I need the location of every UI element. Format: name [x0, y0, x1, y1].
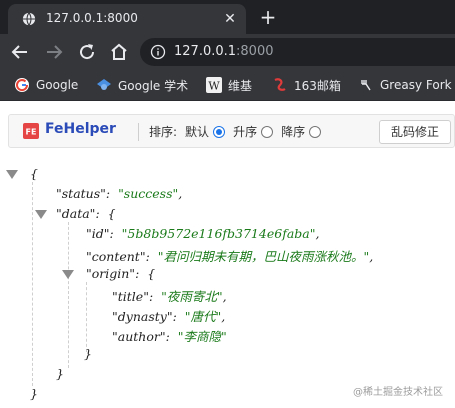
site-info-icon[interactable]	[150, 44, 166, 60]
globe-icon	[22, 12, 36, 26]
json-string-value: "夜雨寄北"	[161, 289, 223, 304]
json-key: "status"	[56, 186, 106, 201]
collapse-data-toggle[interactable]	[35, 210, 47, 219]
bookmark-google-scholar[interactable]: Google 学术	[96, 76, 188, 94]
json-origin-row: "origin": {	[86, 266, 156, 281]
sort-asc-radio[interactable]	[261, 125, 274, 138]
greasyfork-icon	[361, 80, 371, 91]
json-id-row: "id": "5b8b9572e116fb3714e6faba",	[86, 226, 320, 241]
bookmark-label: Google 学术	[118, 78, 189, 93]
json-string-value: "5b8b9572e116fb3714e6faba"	[121, 226, 316, 241]
sort-option-default-label: 默认	[185, 125, 210, 139]
bookmarks-bar: Google Google 学术 W 维基 163邮箱 Greasy Fork	[0, 70, 455, 101]
tab-strip: 127.0.0.1:8000 ✕ +	[0, 0, 455, 34]
json-string-value: "唐代"	[184, 309, 222, 324]
fehelper-toolbar: FE FeHelper 排序: 默认 升序 降序 乱码修正	[8, 114, 455, 148]
bookmark-label: 163邮箱	[294, 78, 341, 93]
wikipedia-icon: W	[206, 77, 222, 93]
back-arrow-icon[interactable]	[8, 40, 32, 64]
bookmark-label: Google	[36, 78, 79, 92]
indent-guide	[86, 282, 87, 352]
bookmark-wikipedia[interactable]: W 维基	[206, 76, 252, 94]
sort-option-desc-label: 降序	[281, 125, 306, 139]
sort-desc-radio[interactable]	[309, 125, 322, 138]
svg-text:W: W	[208, 80, 220, 93]
bookmark-label: 维基	[228, 78, 253, 93]
url-port: :8000	[236, 44, 274, 59]
browser-tab[interactable]: 127.0.0.1:8000 ✕	[8, 4, 246, 34]
json-key: "id"	[86, 226, 110, 241]
bookmark-label: Greasy Fork	[380, 78, 452, 92]
bookmark-163-mail[interactable]: 163邮箱	[272, 76, 341, 94]
fehelper-logo-icon: FE	[23, 123, 39, 139]
json-open-brace: {	[107, 206, 116, 221]
json-string-value: "君问归期未有期，巴山夜雨涨秋池。"	[157, 249, 370, 264]
json-root-open: {	[30, 166, 38, 181]
json-key: "content"	[86, 249, 146, 264]
sort-options: 排序: 默认 升序 降序	[149, 123, 329, 140]
json-viewer: { "status": "success", "data": { "id": "…	[0, 160, 455, 408]
new-tab-button[interactable]: +	[256, 6, 280, 30]
watermark: @稀土掘金技术社区	[353, 387, 443, 398]
address-url: 127.0.0.1:8000	[174, 44, 274, 59]
bookmark-greasy-fork[interactable]: Greasy Fork	[358, 76, 452, 94]
scholar-icon	[97, 79, 111, 90]
json-data-row: "data": {	[56, 206, 116, 221]
mail-163-icon	[274, 78, 286, 91]
tab-title: 127.0.0.1:8000	[46, 11, 138, 25]
collapse-origin-toggle[interactable]	[62, 270, 74, 279]
bookmark-google[interactable]: Google	[14, 76, 78, 94]
fix-encoding-button[interactable]: 乱码修正	[379, 120, 451, 144]
browser-toolbar: 127.0.0.1:8000	[0, 34, 455, 70]
sort-option-asc-label: 升序	[233, 125, 258, 139]
url-host: 127.0.0.1	[174, 44, 237, 59]
forward-arrow-icon[interactable]	[42, 40, 66, 64]
fehelper-name: FeHelper	[45, 121, 116, 137]
json-string-value: "success"	[118, 186, 179, 201]
json-key: "origin"	[86, 266, 136, 281]
fehelper-logo-text: FE	[26, 128, 37, 137]
reload-icon[interactable]	[75, 40, 99, 64]
json-key: "dynasty"	[112, 309, 173, 324]
json-status-row: "status": "success",	[56, 186, 183, 201]
json-root-close: }	[30, 386, 38, 401]
indent-guide	[68, 222, 69, 368]
json-origin-close: }	[84, 346, 92, 361]
collapse-root-toggle[interactable]	[6, 170, 18, 179]
sort-label: 排序:	[149, 125, 178, 139]
indent-guide	[32, 182, 33, 386]
json-string-value: "李商隐"	[177, 329, 227, 344]
address-bar[interactable]: 127.0.0.1:8000	[140, 38, 455, 66]
json-key: "data"	[56, 206, 96, 221]
json-author-row: "author": "李商隐"	[112, 329, 227, 344]
json-content-row: "content": "君问归期未有期，巴山夜雨涨秋池。",	[86, 249, 374, 264]
google-icon	[15, 78, 29, 92]
home-icon[interactable]	[107, 40, 131, 64]
close-tab-icon[interactable]: ✕	[220, 9, 240, 29]
json-dynasty-row: "dynasty": "唐代",	[112, 309, 226, 324]
json-title-row: "title": "夜雨寄北",	[112, 289, 227, 304]
json-open-brace: {	[147, 266, 156, 281]
sort-default-radio[interactable]	[213, 125, 226, 138]
divider	[138, 123, 139, 141]
json-key: "title"	[112, 289, 149, 304]
json-data-close: }	[56, 366, 64, 381]
json-key: "author"	[112, 329, 166, 344]
